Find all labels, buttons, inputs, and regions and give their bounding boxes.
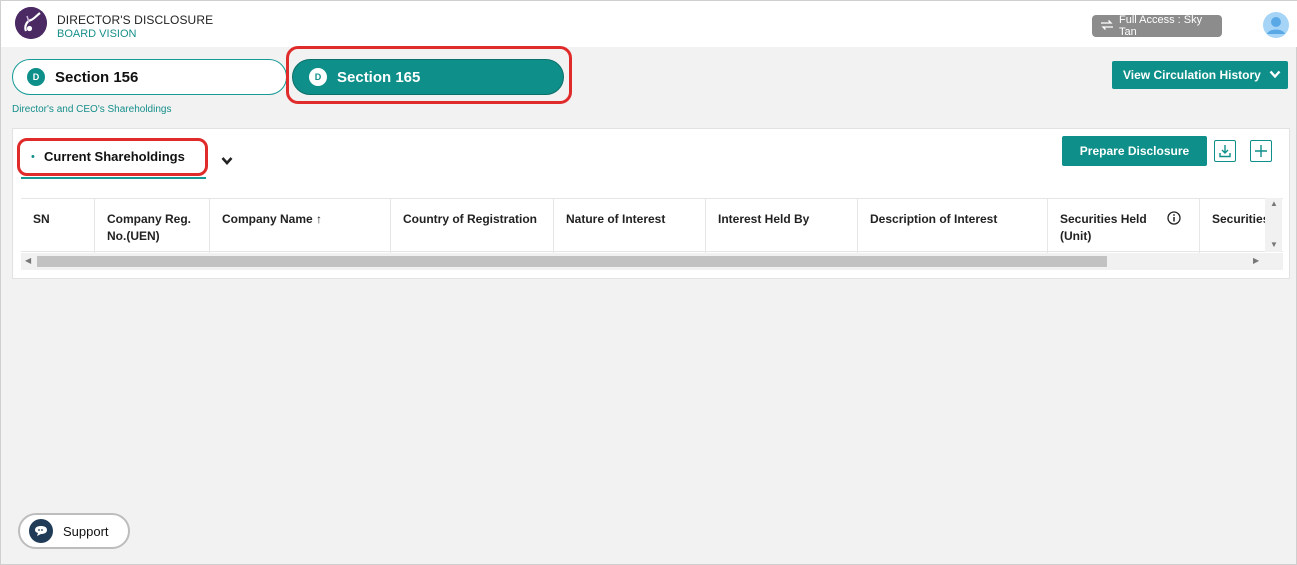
chat-bubble-icon bbox=[29, 519, 53, 543]
plus-icon[interactable] bbox=[1250, 140, 1272, 162]
swap-icon bbox=[1100, 19, 1114, 34]
column-header-country[interactable]: Country of Registration bbox=[391, 199, 554, 253]
highlight-box bbox=[17, 138, 208, 176]
vertical-scrollbar[interactable]: ▲ ▼ bbox=[1265, 198, 1282, 252]
active-tab-underline bbox=[21, 177, 206, 179]
column-header-nature[interactable]: Nature of Interest bbox=[554, 199, 706, 253]
info-icon[interactable] bbox=[1167, 211, 1181, 225]
column-header-sn[interactable]: SN bbox=[21, 199, 95, 253]
app-title: DIRECTOR'S DISCLOSURE bbox=[57, 13, 214, 27]
chevron-down-icon[interactable] bbox=[221, 153, 233, 165]
column-header-held-by[interactable]: Interest Held By bbox=[706, 199, 858, 253]
app-frame: DIRECTOR'S DISCLOSURE BOARD VISION Full … bbox=[0, 0, 1297, 565]
scrollbar-thumb[interactable] bbox=[37, 256, 1107, 267]
view-circulation-history-button[interactable]: View Circulation History bbox=[1112, 61, 1288, 89]
tab-label: Section 156 bbox=[55, 68, 139, 86]
access-badge[interactable]: Full Access : Sky Tan bbox=[1092, 14, 1222, 38]
board-vision-logo[interactable] bbox=[15, 7, 47, 39]
scroll-down-icon[interactable]: ▼ bbox=[1270, 240, 1278, 249]
table-header-row: SN Company Reg. No.(UEN) Company Name ↑ … bbox=[21, 198, 1283, 253]
tab-badge: D bbox=[27, 68, 45, 86]
column-header-securities-held[interactable]: Securities Held (Unit) bbox=[1048, 199, 1200, 253]
chevron-down-icon bbox=[1269, 68, 1281, 82]
scroll-left-icon[interactable]: ◀ bbox=[25, 256, 31, 265]
top-header: DIRECTOR'S DISCLOSURE BOARD VISION Full … bbox=[1, 1, 1297, 47]
column-header-description[interactable]: Description of Interest bbox=[858, 199, 1048, 253]
app-subtitle: BOARD VISION bbox=[57, 28, 137, 40]
download-icon[interactable] bbox=[1214, 140, 1236, 162]
column-header-label: Securities Held (Unit) bbox=[1060, 212, 1147, 243]
column-header-uen[interactable]: Company Reg. No.(UEN) bbox=[95, 199, 210, 253]
access-label: Full Access : Sky Tan bbox=[1119, 14, 1203, 38]
scroll-right-icon[interactable]: ▶ bbox=[1253, 256, 1259, 265]
scroll-up-icon[interactable]: ▲ bbox=[1270, 199, 1278, 208]
column-header-company-name[interactable]: Company Name ↑ bbox=[210, 199, 391, 253]
user-avatar-icon[interactable] bbox=[1263, 12, 1289, 38]
tab-section-156[interactable]: D Section 156 bbox=[12, 59, 287, 95]
support-button[interactable]: Support bbox=[18, 513, 130, 549]
highlight-box bbox=[286, 46, 572, 104]
support-label: Support bbox=[63, 523, 109, 539]
button-label: View Circulation History bbox=[1123, 68, 1261, 82]
horizontal-scrollbar[interactable]: ◀ ▶ bbox=[21, 253, 1283, 270]
prepare-disclosure-button[interactable]: Prepare Disclosure bbox=[1062, 136, 1207, 166]
page-subtitle: Director's and CEO's Shareholdings bbox=[12, 104, 172, 115]
